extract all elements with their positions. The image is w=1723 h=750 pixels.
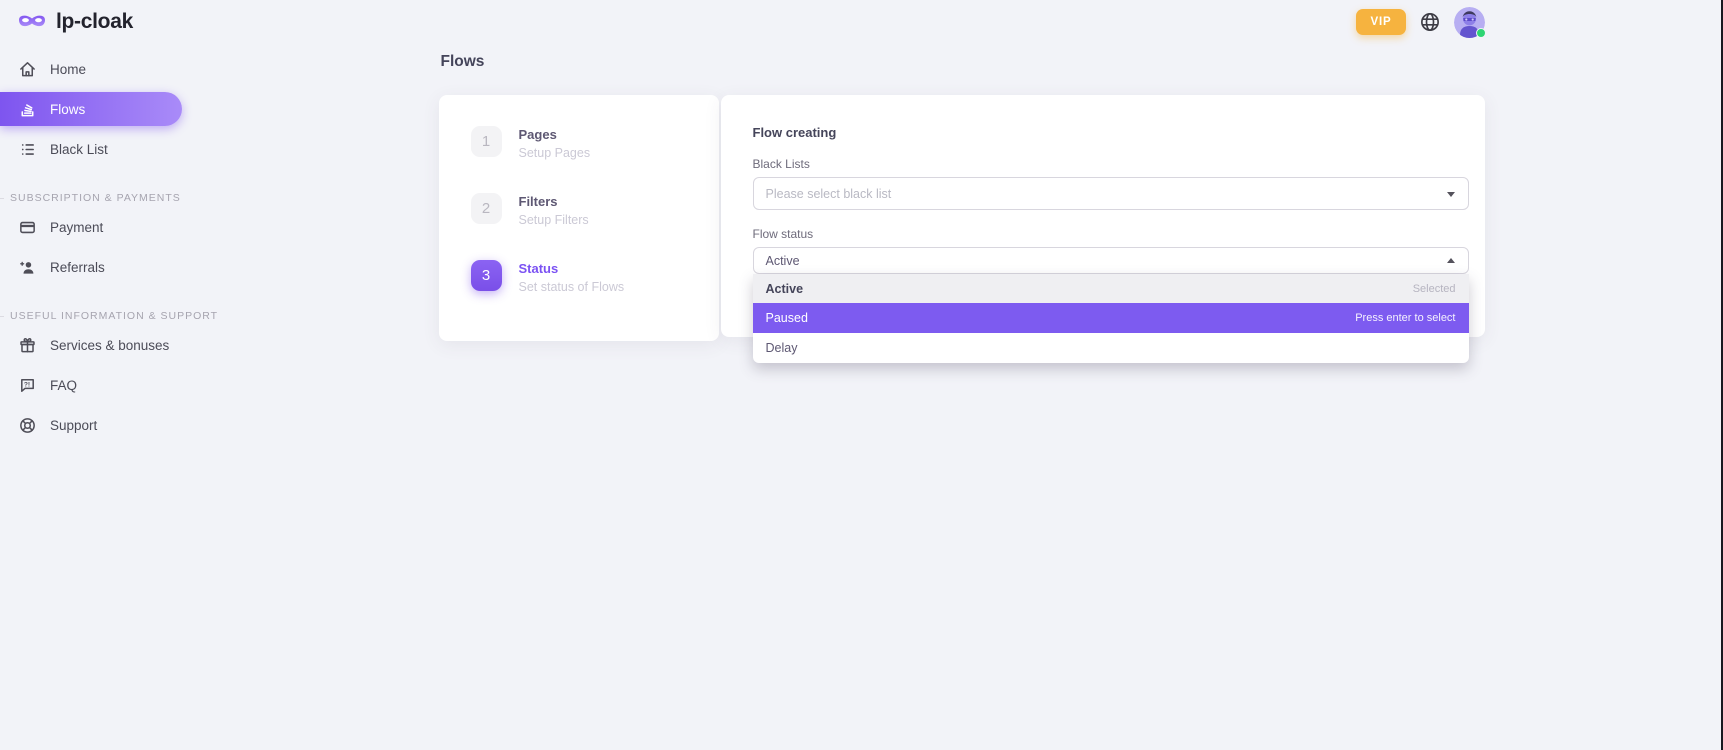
sidebar-item-flows[interactable]: Flows [0,92,182,126]
flow-status-select[interactable]: Active [753,247,1469,274]
sidebar-item-label: Referrals [50,260,105,275]
sidebar-item-home[interactable]: Home [0,50,200,88]
flow-steps-card: 1 Pages Setup Pages 2 Filters Setup Filters 3 S… [439,95,719,341]
step-number-badge: 1 [471,126,502,157]
lifebuoy-icon [18,416,37,435]
option-label: Delay [766,341,798,355]
status-option-paused[interactable]: Paused Press enter to select [753,303,1469,333]
home-icon [18,60,37,79]
sidebar: Home Flows Black List SUBSCRIPTION & PAYME… [0,44,200,446]
flow-status-label: Flow status [753,227,1469,241]
mask-icon [16,10,48,34]
main-area: Flows 1 Pages Setup Pages 2 Filters Setup Fil… [200,53,1723,341]
header-actions: VIP [1356,7,1485,38]
sidebar-item-label: Black List [50,142,108,157]
app-title: lp-cloak [56,10,133,34]
flow-status-value: Active [766,254,800,268]
flow-status-dropdown: Active Selected Paused Press enter to selec… [753,274,1469,363]
flow-creating-card: Flow creating Black Lists Flow status Ac… [721,95,1485,337]
step-subtitle: Setup Filters [519,213,589,227]
user-add-icon [18,258,37,277]
sidebar-item-label: Services & bonuses [50,338,169,353]
sidebar-item-support[interactable]: Support [0,406,200,444]
wizard-step-filters[interactable]: 2 Filters Setup Filters [471,193,719,227]
black-lists-input[interactable] [766,187,1440,201]
black-lists-label: Black Lists [753,157,1469,171]
sidebar-item-faq[interactable]: ?! FAQ [0,366,200,404]
sidebar-item-label: FAQ [50,378,77,393]
app-logo[interactable]: lp-cloak [16,10,133,34]
step-title: Filters [519,193,589,209]
sidebar-item-label: Flows [50,102,85,117]
credit-card-icon [18,218,37,237]
top-header: lp-cloak VIP [0,0,1723,44]
status-option-active[interactable]: Active Selected [753,274,1469,303]
option-hint: Press enter to select [1355,312,1455,324]
chevron-up-icon [1447,258,1455,263]
wizard-step-pages[interactable]: 1 Pages Setup Pages [471,126,719,160]
sidebar-item-referrals[interactable]: Referrals [0,248,200,286]
sidebar-item-label: Home [50,62,86,77]
svg-text:?!: ?! [24,381,30,388]
chevron-down-icon [1447,192,1455,197]
faq-chat-icon: ?! [18,376,37,395]
sidebar-item-label: Payment [50,220,103,235]
option-hint: Selected [1413,283,1456,295]
option-label: Active [766,282,804,296]
wizard-step-status[interactable]: 3 Status Set status of Flows [471,260,719,294]
vip-button[interactable]: VIP [1356,9,1406,35]
sidebar-item-black-list[interactable]: Black List [0,130,200,168]
form-title: Flow creating [753,125,1469,140]
step-subtitle: Setup Pages [519,146,591,160]
status-option-delay[interactable]: Delay [753,333,1469,363]
flows-stack-icon [18,100,37,119]
online-status-dot [1476,28,1486,38]
globe-icon[interactable] [1419,11,1441,33]
page-title: Flows [439,53,1485,71]
step-title: Pages [519,126,591,142]
step-number-badge: 2 [471,193,502,224]
sidebar-item-payment[interactable]: Payment [0,208,200,246]
black-lists-select[interactable] [753,177,1469,210]
sidebar-item-label: Support [50,418,97,433]
sidebar-section-title: SUBSCRIPTION & PAYMENTS [0,192,200,204]
sidebar-section-title: USEFUL INFORMATION & SUPPORT [0,310,200,322]
step-number-badge: 3 [471,260,502,291]
list-icon [18,140,37,159]
gift-icon [18,336,37,355]
sidebar-item-services-bonuses[interactable]: Services & bonuses [0,326,200,364]
step-title: Status [519,260,625,276]
step-subtitle: Set status of Flows [519,280,625,294]
user-avatar[interactable] [1454,7,1485,38]
option-label: Paused [766,311,808,325]
